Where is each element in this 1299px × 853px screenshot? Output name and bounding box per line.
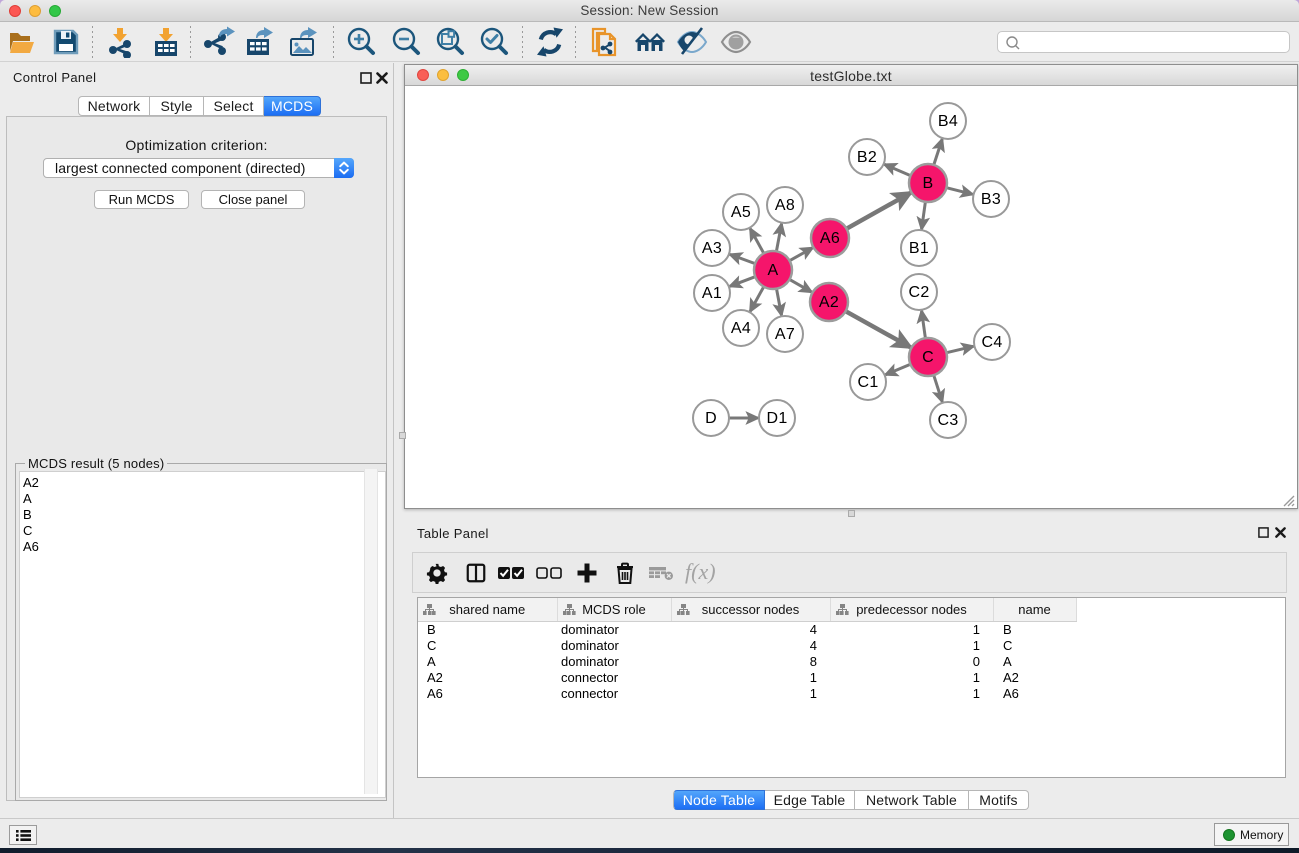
svg-text:C: C [922, 349, 934, 366]
svg-text:D: D [705, 410, 717, 427]
svg-text:B3: B3 [981, 191, 1001, 208]
svg-text:A6: A6 [820, 230, 840, 247]
svg-text:D1: D1 [766, 410, 787, 427]
svg-text:A2: A2 [819, 294, 839, 311]
svg-text:B: B [923, 175, 934, 192]
svg-text:C1: C1 [857, 374, 878, 391]
svg-text:C3: C3 [937, 412, 958, 429]
svg-text:A3: A3 [702, 240, 722, 257]
svg-text:A1: A1 [702, 285, 722, 302]
svg-text:C4: C4 [981, 334, 1002, 351]
svg-text:B2: B2 [857, 149, 877, 166]
svg-text:A4: A4 [731, 320, 751, 337]
svg-text:B4: B4 [938, 113, 958, 130]
svg-text:C2: C2 [908, 284, 929, 301]
svg-text:B1: B1 [909, 240, 929, 257]
svg-text:A5: A5 [731, 204, 751, 221]
svg-text:A8: A8 [775, 197, 795, 214]
svg-text:A7: A7 [775, 326, 795, 343]
svg-text:A: A [768, 262, 779, 279]
